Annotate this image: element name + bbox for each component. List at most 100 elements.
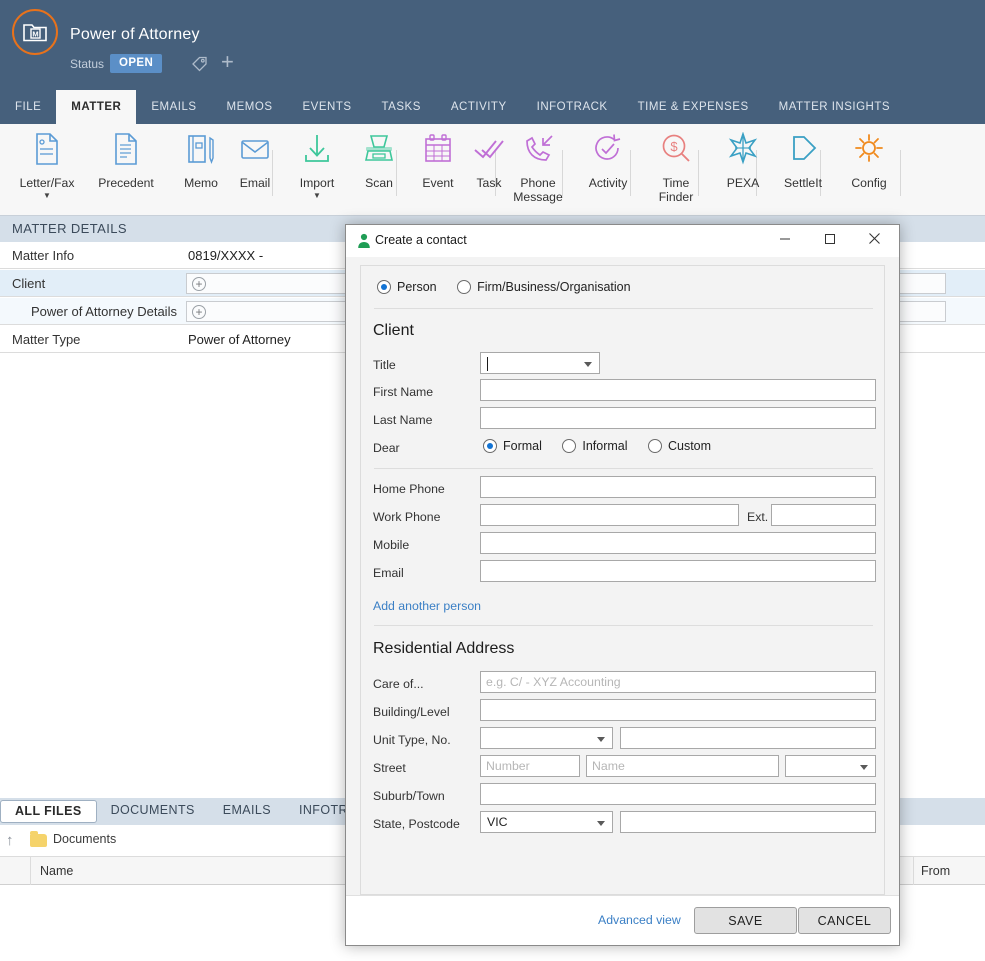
building-level-input[interactable] [480,699,876,721]
first-name-input[interactable] [480,379,876,401]
radio-firm-label: Firm/Business/Organisation [477,280,631,294]
divider [374,625,873,626]
work-phone-label: Work Phone [373,510,441,524]
ext-input[interactable] [771,504,876,526]
suburb-town-input[interactable] [480,783,876,805]
dialog-title-bar: Create a contact [346,225,899,257]
chevron-down-icon[interactable]: ▼ [16,192,78,200]
close-icon[interactable] [852,225,897,256]
postcode-input[interactable] [620,811,876,833]
maximize-icon[interactable] [807,225,852,256]
ribbon-button-phone-message[interactable]: Phone Message [505,132,571,204]
save-button[interactable]: SAVE [694,907,797,934]
clock-check-icon [577,132,639,172]
unit-number-input[interactable] [620,727,876,749]
nav-tab-activity[interactable]: ACTIVITY [436,90,522,124]
nav-tab-emails[interactable]: EMAILS [136,90,211,124]
dialog-body: Person Firm/Business/Organisation Client… [360,265,885,895]
mobile-input[interactable] [480,532,876,554]
street-number-input[interactable] [480,755,580,777]
nav-tab-memos[interactable]: MEMOS [212,90,288,124]
nav-tab-time-expenses[interactable]: TIME & EXPENSES [623,90,764,124]
ribbon-button-label: Email [239,176,271,190]
ribbon-button-label: PEXA [726,176,760,190]
nav-tab-tasks[interactable]: TASKS [367,90,436,124]
care-of-label: Care of... [373,677,424,691]
street-label: Street [373,761,406,775]
ribbon-button-import[interactable]: Import ▼ [286,132,348,200]
radio-firm-indicator [457,280,472,294]
last-name-label: Last Name [373,413,433,427]
ribbon-button-label: Phone Message [513,176,563,204]
matter-detail-label: Matter Info [12,248,75,263]
nav-tab-infotrack[interactable]: INFOTRACK [522,90,623,124]
suburb-town-label: Suburb/Town [373,789,445,803]
folder-icon [30,831,47,847]
status-badge: OPEN [110,54,163,73]
folder-m-icon: M [23,24,47,42]
email-input[interactable] [480,560,876,582]
column-divider [30,857,31,885]
dialog-title: Create a contact [375,233,467,247]
nav-tab-events[interactable]: EVENTS [288,90,367,124]
ribbon-toolbar: Letter/Fax ▼ Precedent Memo Email Import ▼ Scan… [0,124,985,216]
last-name-input[interactable] [480,407,876,429]
radio-informal[interactable]: Informal [562,437,643,454]
ribbon-button-settleit[interactable]: SettleIt [772,132,834,190]
file-tab-documents[interactable]: DOCUMENTS [97,798,209,825]
ribbon-button-label: Activity [588,176,628,190]
column-header-from[interactable]: From [921,864,950,878]
radio-custom[interactable]: Custom [647,437,727,454]
building-level-label: Building/Level [373,705,450,719]
home-phone-input[interactable] [480,476,876,498]
care-of-input[interactable] [480,671,876,693]
radio-formal[interactable]: Formal [483,437,558,454]
add-icon[interactable]: + [221,51,234,73]
street-name-input[interactable] [586,755,779,777]
ribbon-button-letter-fax[interactable]: Letter/Fax ▼ [16,132,78,200]
navigate-up-icon[interactable]: ↑ [6,832,14,849]
minimize-icon[interactable] [762,225,807,256]
tag-icon[interactable] [190,53,210,78]
nav-tab-matter-insights[interactable]: MATTER INSIGHTS [764,90,905,124]
cancel-button[interactable]: CANCEL [798,907,891,934]
add-another-person-link[interactable]: Add another person [373,599,481,613]
ribbon-button-scan[interactable]: Scan [348,132,410,190]
unit-type-select[interactable] [480,727,613,749]
nav-tab-file[interactable]: FILE [0,90,56,124]
title-field-label: Title [373,358,396,372]
ribbon-button-memo[interactable]: Memo [170,132,232,190]
state-select[interactable]: VIC [480,811,613,833]
ribbon-separator [900,150,901,196]
ribbon-button-precedent[interactable]: Precedent [95,132,157,190]
state-postcode-label: State, Postcode [373,817,460,831]
matter-detail-label: Client [12,276,46,291]
advanced-view-link[interactable]: Advanced view [598,913,681,927]
document-lines-icon [95,132,157,172]
radio-formal-indicator [483,439,497,453]
work-phone-input[interactable] [480,504,739,526]
title-select[interactable] [480,352,600,374]
ribbon-button-email[interactable]: Email [224,132,286,190]
file-tab-emails[interactable]: EMAILS [209,798,285,825]
ribbon-button-label: SettleIt [784,176,822,190]
add-circle-icon[interactable]: + [192,277,206,291]
street-type-select[interactable] [785,755,876,777]
chevron-down-icon [584,362,592,367]
file-tab-all-files[interactable]: ALL FILES [0,800,97,823]
ribbon-button-config[interactable]: Config [838,132,900,190]
divider [374,468,873,469]
column-header-name[interactable]: Name [40,864,73,878]
radio-informal-label: Informal [582,439,628,453]
ribbon-button-label: Precedent [98,176,154,190]
add-circle-icon[interactable]: + [192,305,206,319]
radio-firm[interactable]: Firm/Business/Organisation [457,278,647,295]
nav-tab-matter[interactable]: MATTER [56,90,137,124]
state-select-value: VIC [487,815,508,829]
radio-person[interactable]: Person [377,278,453,295]
ribbon-button-activity[interactable]: Activity [577,132,639,190]
ribbon-button-time-finder[interactable]: $ Time Finder [645,132,707,204]
chevron-down-icon[interactable]: ▼ [286,192,348,200]
first-name-label: First Name [373,385,434,399]
ribbon-button-pexa[interactable]: PEXA [712,131,774,190]
